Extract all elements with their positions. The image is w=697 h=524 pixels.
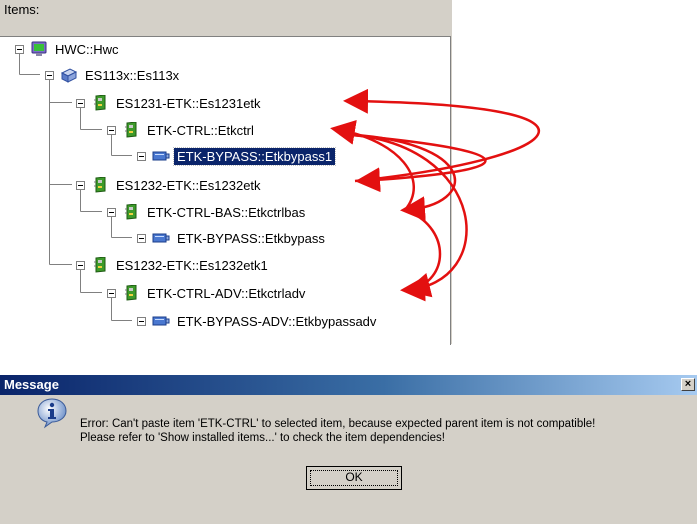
tree-item-etk-bypass-adv[interactable]: ETK-BYPASS-ADV::Etkbypassadv bbox=[137, 310, 379, 332]
collapse-toggle[interactable] bbox=[45, 70, 54, 80]
tree-item-etk-bypass[interactable]: ETK-BYPASS::Etkbypass bbox=[137, 227, 328, 249]
tree-item-label: ES1232-ETK::Es1232etk bbox=[116, 177, 261, 193]
tree-item-label: ES1232-ETK::Es1232etk1 bbox=[116, 257, 268, 273]
tree-item-hwc[interactable]: HWC::Hwc bbox=[15, 38, 122, 60]
collapse-toggle[interactable] bbox=[107, 207, 116, 217]
tree-item-label: ETK-CTRL-BAS::Etkctrlbas bbox=[147, 204, 306, 220]
tree-item-label: ETK-BYPASS::Etkbypass bbox=[177, 230, 325, 246]
circuit-board-icon bbox=[94, 257, 106, 273]
device-module-icon bbox=[60, 68, 78, 83]
dialog-titlebar[interactable]: Message × bbox=[0, 375, 697, 395]
tree-item-label: ES113x::Es113x bbox=[85, 67, 180, 83]
message-text-line2: Please refer to 'Show installed items...… bbox=[80, 432, 445, 444]
close-button[interactable]: × bbox=[681, 378, 695, 391]
circuit-board-icon bbox=[94, 177, 106, 193]
leaf-box bbox=[137, 151, 146, 161]
collapse-toggle[interactable] bbox=[107, 288, 116, 298]
message-text-line1: Error: Can't paste item 'ETK-CTRL' to se… bbox=[80, 418, 596, 430]
bypass-plug-icon bbox=[152, 233, 170, 243]
dialog-title: Message bbox=[4, 377, 59, 392]
tree-item-es1232-etk1[interactable]: ES1232-ETK::Es1232etk1 bbox=[76, 254, 271, 276]
circuit-board-icon bbox=[94, 95, 106, 111]
bypass-plug-icon bbox=[152, 316, 170, 326]
tree-item-label: ETK-BYPASS-ADV::Etkbypassadv bbox=[177, 313, 377, 329]
leaf-box bbox=[137, 316, 146, 326]
leaf-box bbox=[137, 233, 146, 243]
circuit-board-icon bbox=[125, 285, 137, 301]
collapse-toggle[interactable] bbox=[15, 44, 24, 54]
collapse-toggle[interactable] bbox=[76, 98, 85, 108]
circuit-board-icon bbox=[125, 122, 137, 138]
tree-item-label: ES1231-ETK::Es1231etk bbox=[116, 95, 261, 111]
tree-item-label: ETK-CTRL-ADV::Etkctrladv bbox=[147, 285, 306, 301]
tree-item-etk-ctrl-adv[interactable]: ETK-CTRL-ADV::Etkctrladv bbox=[107, 282, 308, 304]
collapse-toggle[interactable] bbox=[76, 260, 85, 270]
collapse-toggle[interactable] bbox=[107, 125, 116, 135]
tree-item-label: ETK-BYPASS::Etkbypass1 bbox=[172, 146, 337, 166]
info-icon bbox=[37, 398, 67, 429]
hwc-monitor-icon bbox=[31, 41, 47, 56]
tree-item-etk-ctrl[interactable]: ETK-CTRL::Etkctrl bbox=[107, 119, 257, 141]
tree-item-label: HWC::Hwc bbox=[55, 41, 119, 57]
collapse-toggle[interactable] bbox=[76, 180, 85, 190]
message-dialog: Message × Error: Can't paste item 'ETK-C… bbox=[0, 374, 697, 524]
tree-item-label: ETK-CTRL::Etkctrl bbox=[147, 122, 254, 138]
tree-item-etk-ctrl-bas[interactable]: ETK-CTRL-BAS::Etkctrlbas bbox=[107, 201, 308, 223]
bypass-plug-icon bbox=[152, 151, 170, 161]
close-icon: × bbox=[684, 378, 692, 390]
ok-button[interactable]: OK bbox=[306, 466, 402, 490]
circuit-board-icon bbox=[125, 204, 137, 220]
tree-item-es113x[interactable]: ES113x::Es113x bbox=[45, 64, 182, 86]
tree-item-es1231-etk[interactable]: ES1231-ETK::Es1231etk bbox=[76, 92, 264, 114]
tree-item-es1232-etk[interactable]: ES1232-ETK::Es1232etk bbox=[76, 174, 264, 196]
tree-item-etk-bypass1[interactable]: ETK-BYPASS::Etkbypass1 bbox=[137, 145, 337, 167]
